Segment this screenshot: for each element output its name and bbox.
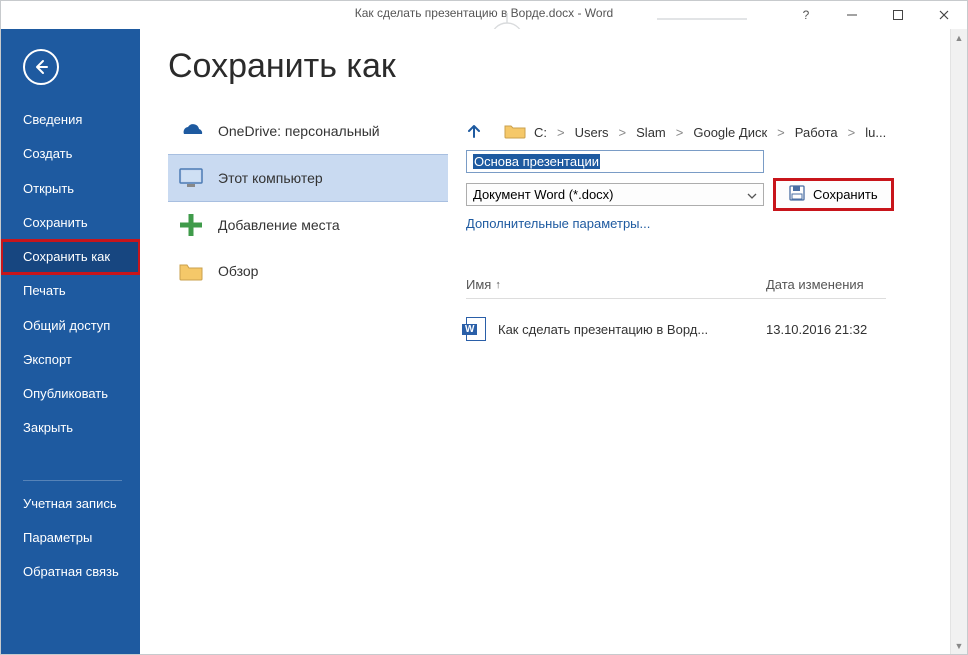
path-seg[interactable]: Google Диск (693, 125, 767, 140)
filetype-value: Документ Word (*.docx) (473, 187, 614, 202)
col-name[interactable]: Имя (466, 277, 491, 292)
path-seg[interactable]: lu... (865, 125, 886, 140)
save-details-column: C:> Users> Slam> Google Диск> Работа> lu… (448, 47, 967, 654)
location-label: OneDrive: персональный (218, 123, 380, 139)
path-seg[interactable]: Работа (795, 125, 838, 140)
file-name: Как сделать презентацию в Ворд... (498, 322, 708, 337)
path-seg[interactable]: Users (575, 125, 609, 140)
folder-open-icon[interactable] (504, 123, 526, 142)
computer-icon (178, 165, 204, 191)
arrow-left-icon (32, 58, 50, 76)
file-modified: 13.10.2016 21:32 (766, 322, 867, 337)
window-controls: ? (783, 1, 967, 29)
filetype-select[interactable]: Документ Word (*.docx) (466, 183, 764, 206)
sidebar-item-new[interactable]: Создать (1, 137, 140, 171)
scroll-down-icon[interactable]: ▼ (951, 637, 967, 654)
location-label: Этот компьютер (218, 170, 323, 186)
location-this-pc[interactable]: Этот компьютер (168, 154, 448, 202)
sidebar-item-open[interactable]: Открыть (1, 172, 140, 206)
up-arrow-icon[interactable] (466, 123, 482, 142)
word-backstage-window: Как сделать презентацию в Ворде.docx - W… (0, 0, 968, 655)
chevron-down-icon (747, 187, 757, 202)
folder-icon (178, 258, 204, 284)
location-label: Добавление места (218, 217, 340, 233)
page-heading: Сохранить как (168, 47, 448, 86)
maximize-button[interactable] (875, 1, 921, 29)
location-label: Обзор (218, 263, 258, 279)
filename-input[interactable]: Основа презентации (466, 150, 764, 173)
col-modified[interactable]: Дата изменения (766, 277, 864, 292)
location-onedrive[interactable]: OneDrive: персональный (168, 108, 448, 154)
path-row: C:> Users> Slam> Google Диск> Работа> lu… (466, 123, 939, 142)
sort-asc-icon: ↑ (495, 279, 501, 291)
scroll-up-icon[interactable]: ▲ (951, 29, 967, 46)
sidebar-item-close[interactable]: Закрыть (1, 411, 140, 445)
sidebar-item-feedback[interactable]: Обратная связь (1, 555, 140, 589)
sidebar-item-export[interactable]: Экспорт (1, 343, 140, 377)
file-list-header: Имя ↑ Дата изменения (466, 277, 886, 299)
plus-icon (178, 212, 204, 238)
sidebar-item-print[interactable]: Печать (1, 274, 140, 308)
help-button[interactable]: ? (783, 1, 829, 29)
back-button[interactable] (23, 49, 59, 85)
save-button[interactable]: Сохранить (774, 179, 893, 210)
locations-column: Сохранить как OneDrive: персональный Это… (168, 47, 448, 654)
path-seg[interactable]: Slam (636, 125, 666, 140)
sidebar-item-account[interactable]: Учетная запись (1, 487, 140, 521)
sidebar-item-save[interactable]: Сохранить (1, 206, 140, 240)
onedrive-icon (178, 118, 204, 144)
close-button[interactable] (921, 1, 967, 29)
titlebar: Как сделать презентацию в Ворде.docx - W… (1, 1, 967, 29)
location-add-place[interactable]: Добавление места (168, 202, 448, 248)
sidebar-separator (23, 480, 122, 481)
save-button-label: Сохранить (813, 187, 878, 202)
vertical-scrollbar[interactable]: ▲ ▼ (950, 29, 967, 654)
location-browse[interactable]: Обзор (168, 248, 448, 294)
save-icon (789, 185, 805, 204)
path-seg[interactable]: C: (534, 125, 547, 140)
sidebar-item-share[interactable]: Общий доступ (1, 309, 140, 343)
sidebar-item-saveas[interactable]: Сохранить как (1, 240, 140, 274)
sidebar-item-publish[interactable]: Опубликовать (1, 377, 140, 411)
sidebar-item-info[interactable]: Сведения (1, 103, 140, 137)
backstage-sidebar: Сведения Создать Открыть Сохранить Сохра… (1, 29, 140, 654)
minimize-button[interactable] (829, 1, 875, 29)
sidebar-item-options[interactable]: Параметры (1, 521, 140, 555)
more-options-link[interactable]: Дополнительные параметры... (466, 216, 939, 231)
filename-value: Основа презентации (473, 154, 600, 169)
word-doc-icon (466, 317, 486, 341)
main-panel: Сохранить как OneDrive: персональный Это… (140, 29, 967, 654)
backstage-body: Сведения Создать Открыть Сохранить Сохра… (1, 29, 967, 654)
file-row[interactable]: Как сделать презентацию в Ворд... 13.10.… (466, 317, 886, 341)
